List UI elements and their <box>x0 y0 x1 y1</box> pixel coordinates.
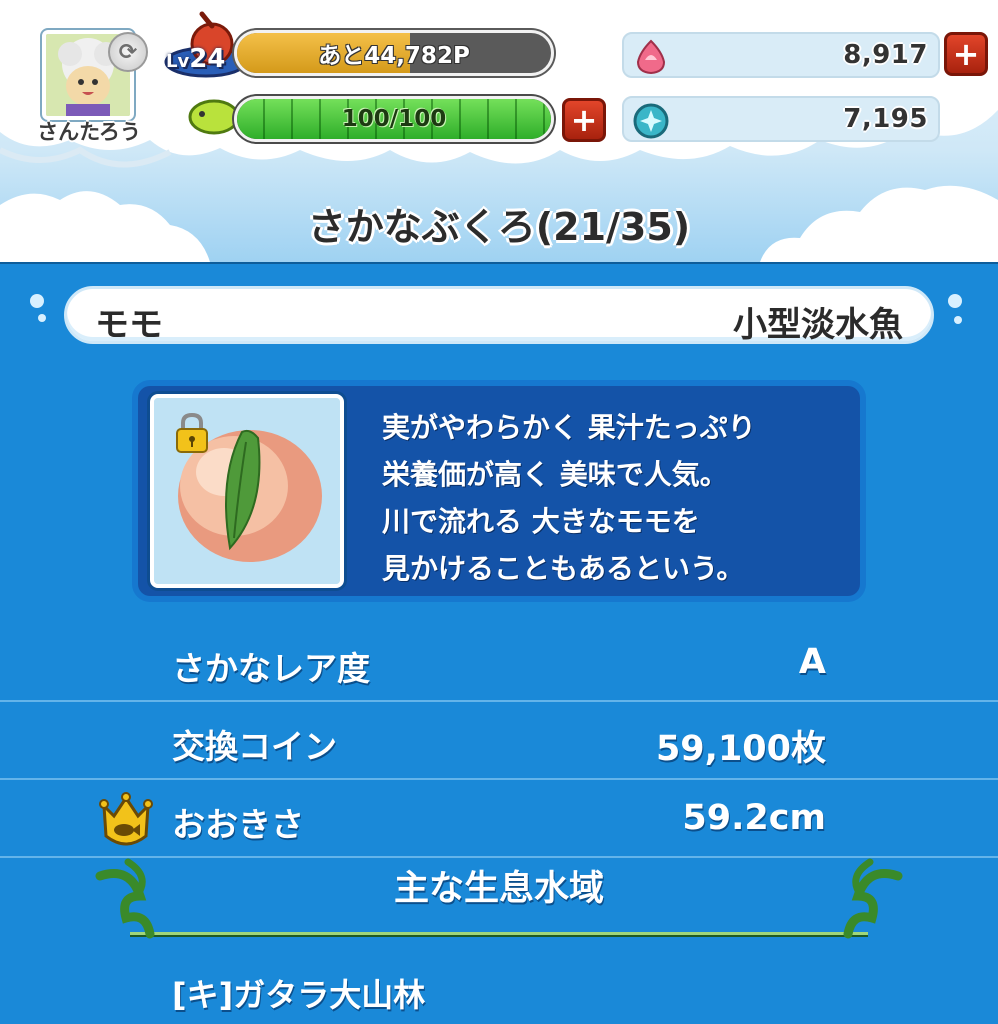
habitat-section-header: 主な生息水域 <box>0 846 998 942</box>
exp-bar: あと44,782P <box>234 30 554 76</box>
bubble-decoration <box>954 316 962 324</box>
top-status-header: ⟳ さんたろう Lv24 あと44,782P 100/100 + 8,917 + <box>0 0 998 262</box>
gem-counter: 8,917 <box>622 32 940 78</box>
stat-row-exchange-coin: 交換コイン 59,100枚 <box>0 704 998 780</box>
bubble-decoration <box>948 294 962 308</box>
lock-icon <box>176 412 208 453</box>
description-line: 栄養価が高く 美味で人気。 <box>382 458 728 491</box>
stat-label: さかなレア度 <box>172 649 370 688</box>
level-number: 24 <box>189 44 226 74</box>
habitat-location[interactable]: [キ]ガタラ大山林 <box>172 970 425 1016</box>
player-name: さんたろう <box>37 120 141 144</box>
exp-remaining-label: あと44,782P <box>318 43 470 69</box>
page-title: さかなぶくろ(21/35) <box>307 205 691 249</box>
refresh-icon[interactable]: ⟳ <box>108 32 148 72</box>
stamina-label: 100/100 <box>341 106 447 132</box>
description-line: 川で流れる 大きなモモを <box>382 505 700 538</box>
fish-image-frame[interactable] <box>150 394 344 588</box>
add-gems-button[interactable]: + <box>944 32 988 76</box>
add-stamina-button[interactable]: + <box>562 98 606 142</box>
stat-value: 59.2cm <box>682 798 826 838</box>
habitat-title: 主な生息水域 <box>393 869 604 909</box>
level-prefix: Lv <box>166 51 190 72</box>
stat-value: A <box>798 642 826 682</box>
stat-label: おおきさ <box>172 805 304 844</box>
fish-type: 小型淡水魚 <box>733 305 903 345</box>
stat-value: 59,100枚 <box>655 729 826 769</box>
fish-description: 実がやわらかく 果汁たっぷり 栄養価が高く 美味で人気。 川で流れる 大きなモモ… <box>382 404 842 592</box>
medal-icon <box>633 103 669 139</box>
bubble-decoration <box>30 294 44 308</box>
fish-name: モモ <box>95 305 163 345</box>
gem-icon <box>636 39 666 75</box>
fish-description-card: 実がやわらかく 果汁たっぷり 栄養価が高く 美味で人気。 川で流れる 大きなモモ… <box>138 386 860 596</box>
stat-label: 交換コイン <box>172 727 337 766</box>
stamina-bar: 100/100 <box>234 96 554 142</box>
coin-counter: 7,195 <box>622 96 940 142</box>
description-line: 実がやわらかく 果汁たっぷり <box>382 411 756 444</box>
crown-record-icon <box>99 792 153 846</box>
description-line: 見かけることもあるという。 <box>382 552 745 585</box>
fish-name-bar: モモ 小型淡水魚 <box>64 286 934 345</box>
level-display: Lv24 <box>166 44 225 74</box>
gem-count: 8,917 <box>843 40 928 70</box>
fish-detail-panel: モモ 小型淡水魚 実がやわらかく 果汁たっぷり 栄養価が高く 美味で人気。 川で… <box>0 262 998 1024</box>
stat-row-rarity: さかなレア度 A <box>0 626 998 702</box>
coin-count: 7,195 <box>843 104 928 134</box>
bubble-decoration <box>38 314 46 322</box>
